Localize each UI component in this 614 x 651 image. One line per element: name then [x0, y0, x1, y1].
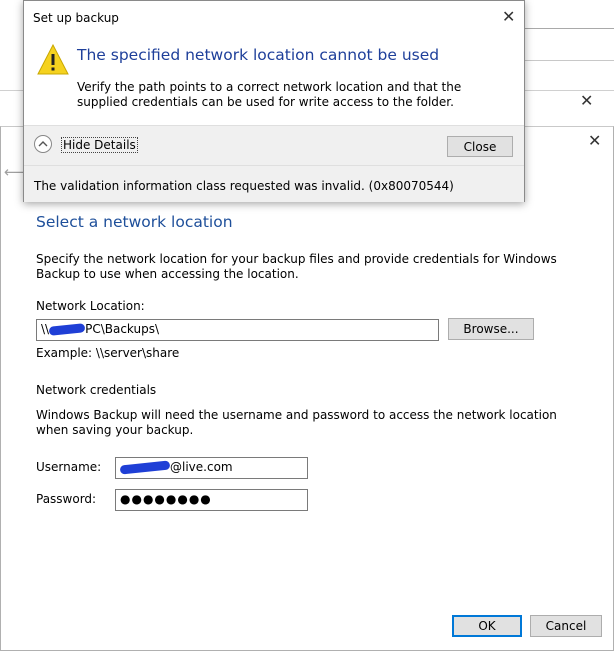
network-location-input[interactable]: \\ PC\Backups\: [36, 319, 439, 341]
browse-button[interactable]: Browse...: [448, 318, 534, 340]
username-label: Username:: [36, 460, 102, 474]
password-label: Password:: [36, 492, 97, 506]
close-button[interactable]: Close: [447, 136, 513, 157]
redaction-mark: [119, 460, 171, 475]
credentials-heading: Network credentials: [36, 383, 157, 397]
chevron-up-icon[interactable]: [34, 135, 52, 153]
section-title: Select a network location: [36, 213, 233, 231]
details-bar: Hide Details Close: [24, 125, 524, 166]
error-dialog: Set up backup ✕ The specified network lo…: [23, 0, 525, 202]
dialog-body: Verify the path points to a correct netw…: [77, 80, 462, 109]
description: Specify the network location for your ba…: [36, 252, 557, 281]
password-input[interactable]: ●●●●●●●●: [115, 489, 308, 511]
close-icon[interactable]: ✕: [588, 131, 601, 150]
network-location-label: Network Location:: [36, 299, 145, 313]
redaction-mark: [48, 323, 86, 336]
username-input[interactable]: @live.com: [115, 457, 308, 479]
cancel-button[interactable]: Cancel: [530, 615, 602, 637]
error-details: The validation information class request…: [24, 165, 524, 202]
username-suffix: @live.com: [170, 460, 233, 474]
network-location-suffix: PC\Backups\: [85, 322, 160, 336]
example-text: Example: \\server\share: [36, 346, 180, 360]
ok-button[interactable]: OK: [452, 615, 522, 637]
network-location-prefix: \\: [41, 322, 50, 336]
close-icon[interactable]: ✕: [502, 7, 515, 26]
dialog-title: Set up backup: [33, 11, 119, 25]
close-icon[interactable]: ✕: [580, 91, 593, 110]
hide-details-toggle[interactable]: Hide Details: [61, 137, 138, 153]
credentials-description: Windows Backup will need the username an…: [36, 408, 557, 437]
warning-icon: [37, 43, 69, 75]
dialog-heading: The specified network location cannot be…: [77, 46, 440, 64]
error-text: The validation information class request…: [34, 179, 454, 193]
